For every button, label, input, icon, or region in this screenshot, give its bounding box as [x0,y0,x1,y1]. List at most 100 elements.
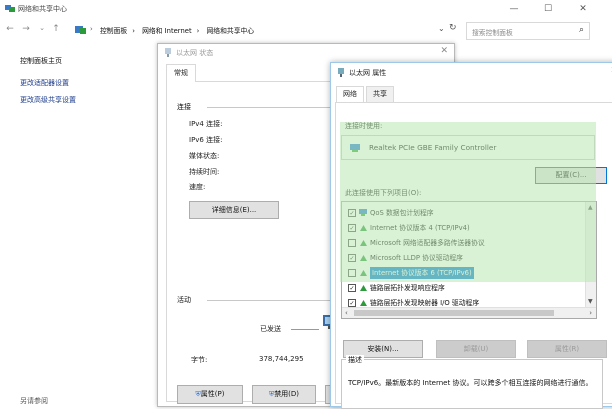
bytes-label: 字节: [191,356,208,364]
sent-line [291,329,319,330]
scroll-up-icon[interactable]: ▲ [588,204,593,211]
network-adapter-icon [350,144,360,152]
ethernet-icon [338,68,344,77]
sidebar-item-adapter-settings[interactable]: 更改适配器设置 [20,78,69,88]
breadcrumb-sep-icon: › [196,27,200,35]
details-button[interactable]: 详细信息(E)... [189,201,279,219]
speed-label: 速度: [189,183,206,191]
list-item[interactable]: ✓ QoS 数据包计划程序 [342,207,586,219]
list-item-label: Microsoft 网络适配器多路传送器协议 [370,239,485,247]
forward-icon[interactable]: → [20,24,32,34]
protocol-icon [360,225,367,231]
disable-label: 禁用(D) [274,390,300,398]
connect-using-label: 连接时使用: [345,122,383,130]
address-row: ← → ⌄ ↑ › 控制面板 › 网络和 Internet › 网络和共享中心 ⌄ … [0,18,612,44]
status-dialog-title-bar: 以太网 状态 ✕ [158,44,454,61]
window-title: 网络和共享中心 [18,5,67,13]
breadcrumb: 控制面板 › 网络和 Internet › 网络和共享中心 [100,25,259,35]
protocol-icon [360,285,367,291]
activity-group-label: 活动 [177,296,191,304]
ipv6-connectivity-label: IPv6 连接: [189,136,223,144]
minimize-button[interactable]: — [506,2,522,16]
list-vertical-scrollbar[interactable]: ▲ ▼ [585,202,596,307]
list-item[interactable]: ✓ 链路层拓扑发现响应程序 [342,282,586,294]
back-icon[interactable]: ← [4,24,16,34]
list-item-label: 链路层拓扑发现响应程序 [370,284,445,292]
list-item-label: QoS 数据包计划程序 [370,209,434,217]
checkbox[interactable]: ✓ [348,254,356,262]
checkbox[interactable]: ✓ [348,284,356,292]
breadcrumb-sep-icon: › [132,27,135,35]
window-title-bar: 网络和共享中心 — ☐ ✕ [0,0,612,18]
disable-button[interactable]: ⛨禁用(D) [252,385,316,404]
search-input[interactable]: 搜索控制面板 [472,27,513,37]
qos-scheduler-icon [359,209,367,216]
checkbox[interactable]: ✓ [348,224,356,232]
list-item[interactable]: ✓ Internet 协议版本 4 (TCP/IPv4) [342,222,586,234]
item-properties-button[interactable]: 属性(R) [527,340,607,358]
sent-label: 已发送 [260,325,281,333]
protocol-icon [360,240,367,246]
description-heading: 描述 [346,355,364,365]
ipv4-connectivity-label: IPv4 连接: [189,120,223,128]
status-properties-button[interactable]: ⛨属性(P) [177,385,243,404]
connection-group-label: 连接 [177,103,191,111]
breadcrumb-network-internet[interactable]: 网络和 Internet [142,27,192,35]
address-dropdown-icon[interactable]: ⌄ [438,24,445,33]
list-item-label: Microsoft LLDP 协议驱动程序 [370,254,463,262]
protocol-icon [360,270,367,276]
close-button[interactable]: ✕ [575,2,591,16]
search-box[interactable]: 搜索控制面板 ⌕ [466,22,590,40]
components-list[interactable]: ✓ QoS 数据包计划程序 ✓ Internet 协议版本 4 (TCP/IPv4)… [341,201,597,319]
history-chevron-icon[interactable]: ⌄ [36,24,48,32]
description-text: TCP/IPv6。最新版本的 Internet 协议。可以跨多个相互连接的网络进… [348,379,593,387]
network-center-icon [5,5,15,12]
breadcrumb-network-center[interactable]: 网络和共享中心 [207,27,255,35]
list-item-label-selected: Internet 协议版本 6 (TCP/IPv6) [370,267,474,279]
bytes-sent-value: 378,744,295 [259,355,304,363]
breadcrumb-control-panel[interactable]: 控制面板 [100,27,127,35]
list-item[interactable]: Internet 协议版本 6 (TCP/IPv6) [342,267,586,279]
list-item-label: Internet 协议版本 4 (TCP/IPv4) [370,224,470,232]
list-item[interactable]: Microsoft 网络适配器多路传送器协议 [342,237,586,249]
items-label: 此连接使用下列项目(O): [345,189,422,197]
status-dialog-title: 以太网 状态 [176,49,214,57]
uninstall-button[interactable]: 卸载(U) [436,340,516,358]
configure-button[interactable]: 配置(C)... [535,167,607,184]
tab-general[interactable]: 常规 [166,64,196,82]
protocol-icon [360,255,367,261]
adapter-box: Realtek PCIe GBE Family Controller [341,135,595,160]
properties-dialog-title-bar: 以太网 属性 ✕ [331,63,612,83]
tab-network[interactable]: 网络 [336,86,364,102]
ethernet-properties-dialog: 以太网 属性 ✕ 网络 共享 连接时使用: Realtek PCIe GBE F… [330,62,612,409]
checkbox[interactable]: ✓ [348,209,356,217]
list-horizontal-scrollbar[interactable]: ‹ › [342,307,596,318]
up-icon[interactable]: ↑ [50,24,62,34]
scroll-thumb[interactable] [354,310,554,316]
adapter-name: Realtek PCIe GBE Family Controller [369,143,497,152]
status-close-icon[interactable]: ✕ [440,46,448,56]
breadcrumb-sep-icon: › [90,25,93,33]
protocol-icon [360,300,367,306]
checkbox[interactable] [348,269,356,277]
duration-label: 持续时间: [189,168,220,176]
description-box: 描述 TCP/IPv6。最新版本的 Internet 协议。可以跨多个相互连接的… [341,355,603,409]
scroll-right-icon[interactable]: › [589,309,592,317]
refresh-icon[interactable]: ↻ [449,23,457,33]
checkbox[interactable] [348,239,356,247]
scroll-down-icon[interactable]: ▼ [588,298,593,305]
media-state-label: 媒体状态: [189,152,220,160]
list-item[interactable]: ✓ Microsoft LLDP 协议驱动程序 [342,252,586,264]
status-properties-label: 属性(P) [200,390,225,398]
sidebar-item-sharing-settings[interactable]: 更改高级共享设置 [20,95,76,105]
scroll-left-icon[interactable]: ‹ [345,309,348,317]
search-icon[interactable]: ⌕ [579,25,584,35]
properties-dialog-title: 以太网 属性 [349,69,387,77]
checkbox[interactable]: ✓ [348,299,356,307]
tab-sharing[interactable]: 共享 [366,86,394,102]
see-also-heading: 另请参阅 [20,397,48,405]
control-panel-icon [75,26,86,34]
maximize-button[interactable]: ☐ [540,2,556,16]
ethernet-icon [165,48,171,57]
sidebar-item-home[interactable]: 控制面板主页 [20,56,62,66]
